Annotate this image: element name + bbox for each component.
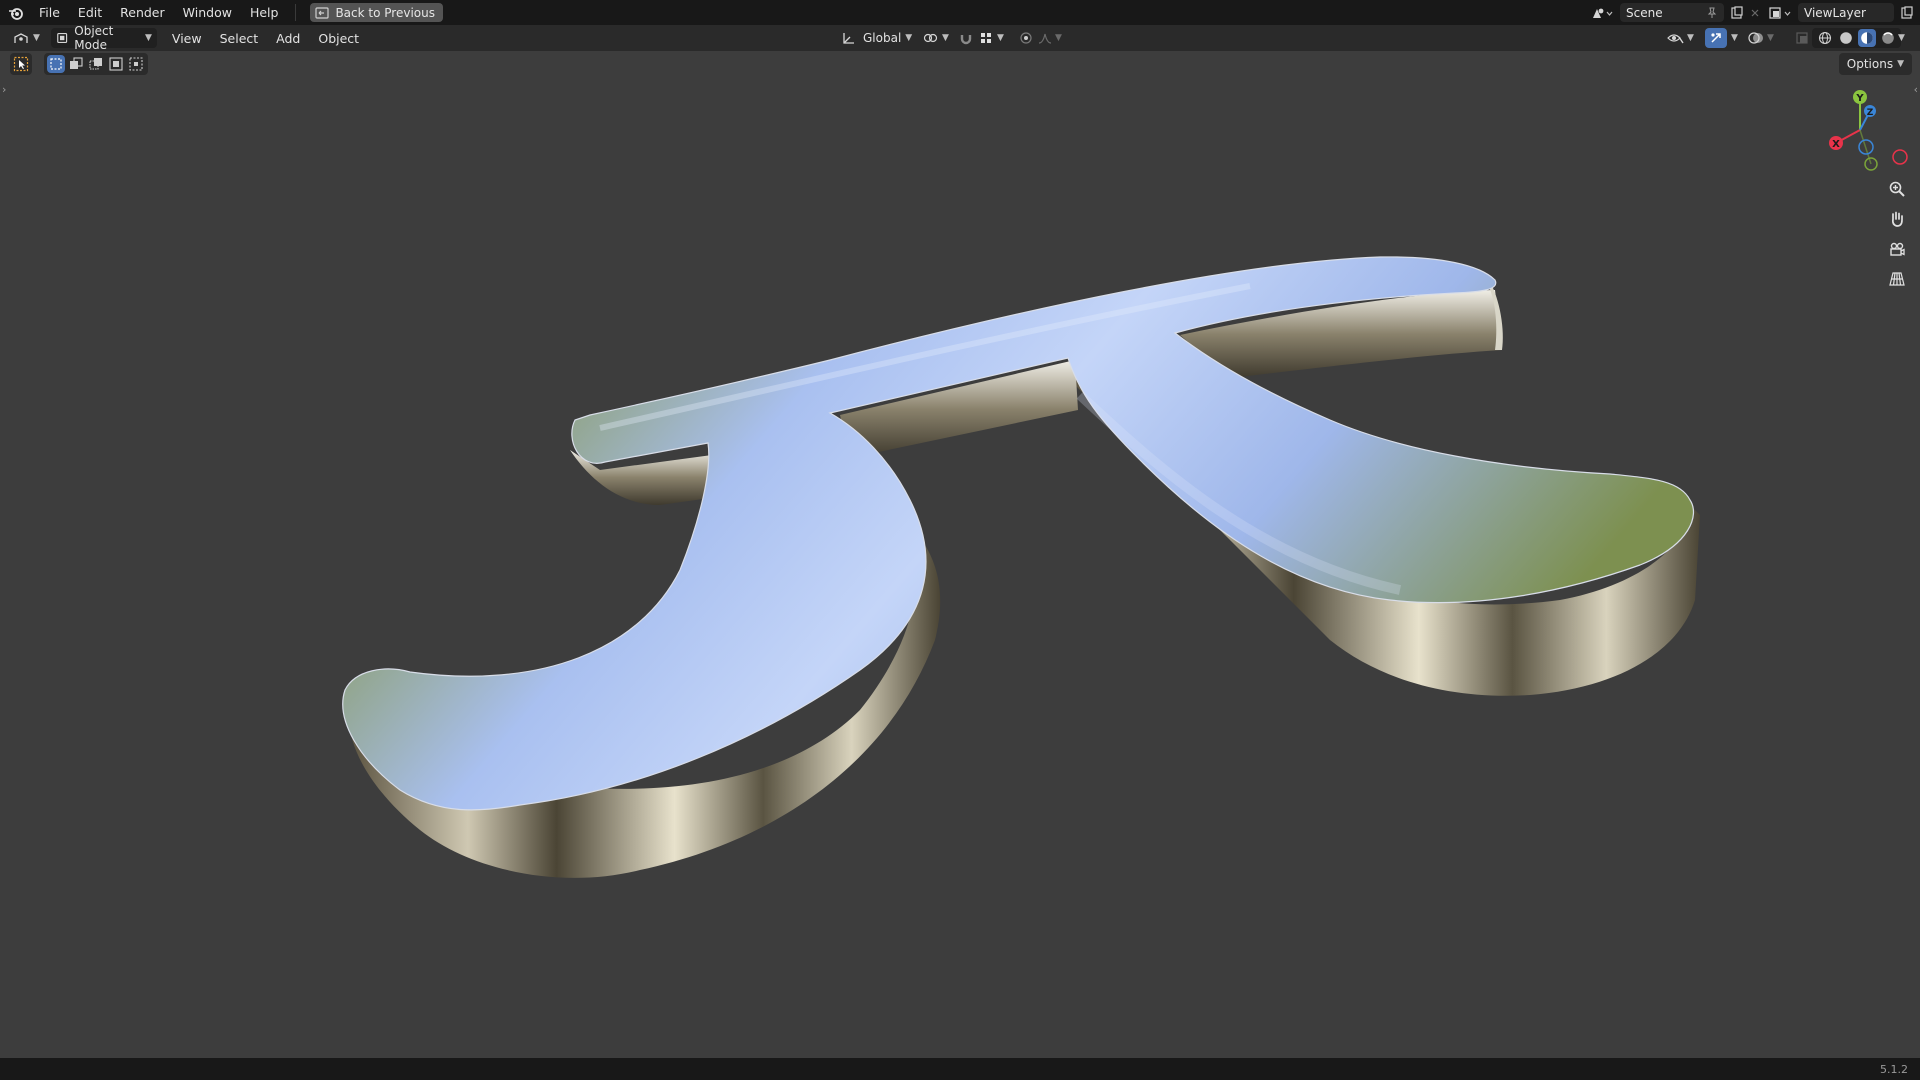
zoom-view-button[interactable] (1884, 176, 1910, 202)
select-intersect-icon[interactable] (127, 55, 145, 73)
gizmo-axis-neg-x[interactable] (1892, 149, 1908, 165)
hand-icon (1891, 211, 1903, 227)
navigation-gizmo[interactable]: Y X Z (1826, 87, 1916, 177)
magnifier-plus-icon (1889, 181, 1905, 197)
mode-selector[interactable]: Object Mode ▼ (50, 24, 157, 52)
version-label: 5.1.2 (1880, 1062, 1908, 1076)
chevron-down-icon: ▼ (1731, 33, 1738, 43)
menu-add[interactable]: Add (267, 31, 309, 46)
tool-settings-row (10, 53, 148, 75)
toolbar-expand-arrow-icon[interactable]: › (2, 83, 6, 96)
snap-toggle-icon[interactable] (957, 29, 975, 47)
new-scene-icon[interactable] (1728, 4, 1746, 22)
chevron-down-icon: ▼ (1767, 33, 1774, 43)
overlays-group: ▼ (1742, 28, 1779, 48)
select-invert-icon[interactable] (107, 55, 125, 73)
chevron-down-icon: ▼ (1897, 59, 1904, 69)
blender-logo-icon[interactable] (2, 0, 30, 25)
viewport-canvas (342, 256, 1700, 878)
gizmo-axis-y-label: Y (1855, 93, 1864, 104)
menu-edit[interactable]: Edit (69, 0, 111, 25)
select-extend-icon[interactable] (67, 55, 85, 73)
status-bar: 5.1.2 (0, 1058, 1920, 1080)
chevron-down-icon: ▼ (997, 33, 1004, 43)
object-mode-icon (57, 33, 68, 43)
pin-icon[interactable] (1706, 7, 1718, 19)
selection-mode-group (44, 53, 148, 75)
show-gizmo-icon[interactable] (1705, 28, 1727, 48)
mode-label: Object Mode (74, 24, 114, 52)
chevron-down-icon: ▼ (1055, 33, 1062, 43)
3d-viewport[interactable]: › ‹ Y X Z (0, 51, 1920, 1058)
top-bar: File Edit Render Window Help Back to Pre… (0, 0, 1920, 25)
snap-increment-icon[interactable] (977, 29, 995, 47)
proportional-editing-group: ▼ (1012, 28, 1067, 48)
gizmo-axis-z-label: Z (1867, 108, 1874, 118)
menu-view[interactable]: View (163, 31, 211, 46)
transform-orientation-selector[interactable]: Global ▼ (836, 28, 917, 48)
chevron-down-icon: ▼ (1898, 33, 1905, 43)
orientation-global-icon (843, 33, 854, 44)
menu-window[interactable]: Window (174, 0, 241, 25)
editor-type-button[interactable]: ▼ (8, 28, 45, 48)
snapping-group: ▼ (952, 28, 1009, 48)
overlays-icon[interactable] (1747, 29, 1765, 47)
chevron-down-icon: ▼ (33, 33, 40, 43)
scene-selector-group: Scene (1588, 0, 1764, 25)
proportional-editing-icon[interactable] (1017, 29, 1035, 47)
select-subtract-icon[interactable] (87, 55, 105, 73)
selectability-visibility-button[interactable]: ▼ (1662, 28, 1699, 48)
render-layers-icon[interactable] (1766, 4, 1794, 22)
menu-object[interactable]: Object (309, 31, 368, 46)
scene-browse-icon[interactable] (1588, 4, 1616, 22)
screen-back-icon (315, 6, 330, 19)
camera-view-button[interactable] (1884, 236, 1910, 262)
pivot-icon (923, 33, 938, 43)
falloff-curve-icon[interactable] (1037, 29, 1055, 47)
3d-viewport-icon (14, 33, 28, 43)
cursor-select-icon (13, 56, 29, 72)
select-new-icon[interactable] (47, 55, 65, 73)
scene-name-field[interactable]: Scene (1620, 3, 1724, 22)
xray-icon (1796, 32, 1808, 44)
chevron-down-icon: ▼ (1687, 33, 1694, 43)
back-to-previous-label: Back to Previous (335, 5, 435, 20)
menu-render[interactable]: Render (111, 0, 174, 25)
material-preview-shading-icon[interactable] (1858, 29, 1876, 47)
menu-divider (295, 4, 297, 21)
delete-view-layer-icon[interactable] (1916, 4, 1920, 22)
options-label: Options (1846, 57, 1894, 71)
xray-toggle[interactable] (1790, 28, 1814, 48)
gizmo-axis-x-label: X (1832, 139, 1840, 150)
pan-view-button[interactable] (1884, 206, 1910, 232)
menu-help[interactable]: Help (241, 0, 288, 25)
gizmo-group: ▼ (1700, 28, 1743, 48)
perspective-toggle-button[interactable] (1884, 266, 1910, 292)
shading-mode-group (1812, 28, 1901, 48)
menu-select[interactable]: Select (211, 31, 268, 46)
chevron-down-icon: ▼ (942, 33, 949, 43)
camera-icon (1890, 242, 1905, 256)
solid-shading-icon[interactable] (1837, 29, 1855, 47)
wireframe-shading-icon[interactable] (1816, 29, 1834, 47)
new-view-layer-icon[interactable] (1898, 4, 1916, 22)
orientation-label: Global (863, 31, 902, 45)
pivot-point-selector[interactable]: ▼ (917, 28, 954, 48)
eye-pointer-icon (1667, 34, 1684, 44)
view-layer-field[interactable]: ViewLayer (1798, 3, 1894, 22)
chevron-down-icon: ▼ (905, 33, 913, 43)
scene-name: Scene (1626, 5, 1663, 20)
view-layer-group: ViewLayer (1766, 0, 1920, 25)
viewport-header: ▼ Object Mode ▼ View Select Add Object G… (0, 24, 1920, 52)
view-layer-name: ViewLayer (1804, 5, 1866, 20)
delete-scene-icon[interactable] (1746, 4, 1764, 22)
shading-options-button[interactable]: ▼ (1893, 28, 1910, 48)
menu-file[interactable]: File (30, 0, 69, 25)
chevron-down-icon: ▼ (145, 33, 152, 43)
select-tool-button[interactable] (10, 53, 32, 75)
options-button[interactable]: Options ▼ (1838, 53, 1912, 75)
back-to-previous-button[interactable]: Back to Previous (310, 3, 443, 22)
grid-perspective-icon (1889, 272, 1905, 286)
